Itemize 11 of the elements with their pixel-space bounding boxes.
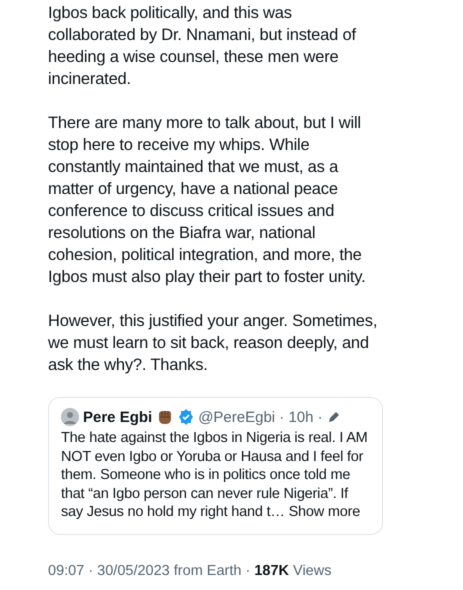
avatar-icon bbox=[61, 408, 79, 426]
quoted-tweet-text: The hate against the Igbos in Nigeria is real. I AM NOT even Igbo or Yoruba or Hausa and I feel for them. Someone who is in politics once told me that “an Igbo person can never rule Nigeria”. If say Jesus no hold my right hand t… Show more bbox=[61, 429, 369, 522]
tweet-paragraph: Igbos back politically, and this was collaborated by Dr. Nnamani, but instead of heeding a wise counsel, these men were incinerated. bbox=[48, 3, 358, 90]
show-more-link[interactable]: Show more bbox=[288, 504, 360, 520]
author-handle[interactable]: @PereEgbi · 10h · bbox=[198, 408, 323, 426]
tweet-meta: 09:07 · 30/05/2023 from Earth · 187K Views bbox=[48, 562, 332, 578]
tweet-paragraph: There are many more to talk about, but I will stop here to receive my whips. While constantly maintained that we must, as a matter of urgency, have a national peace conference to discuss critical issues and resolutions on the Biafra war, national cohesion, political integration, and more, the Igbos must also play their part to foster unity. bbox=[48, 113, 366, 288]
author-name[interactable]: Pere Egbi bbox=[83, 408, 152, 426]
pencil-icon bbox=[326, 410, 341, 424]
quoted-tweet-card[interactable] bbox=[48, 397, 383, 534]
tweet-paragraph: However, this justified your anger. Sometimes, we must learn to sit back, reason deeply, and ask the why?. Thanks. bbox=[48, 311, 378, 376]
